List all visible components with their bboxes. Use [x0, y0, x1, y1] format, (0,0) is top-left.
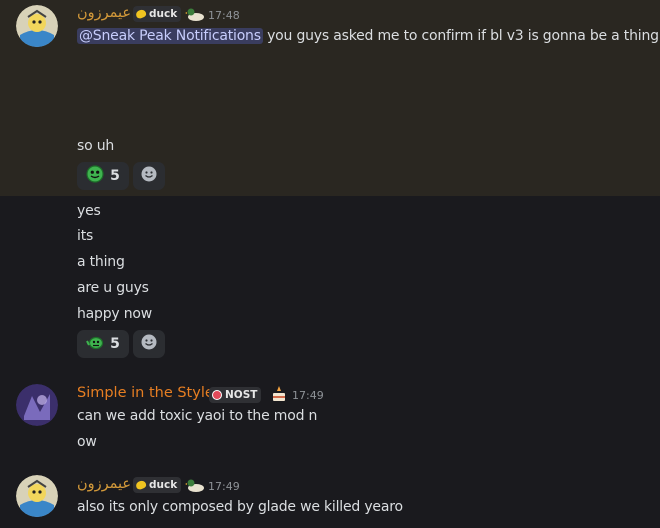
- message-text: ow: [77, 434, 97, 450]
- message-text: yes: [77, 203, 101, 219]
- message-text: can we add toxic yaoi to the mod n: [77, 408, 318, 424]
- smile-add-icon: [140, 333, 158, 355]
- smile-add-icon: [140, 165, 158, 187]
- role-tag[interactable]: duck: [133, 477, 182, 493]
- message-text: so uh: [77, 138, 115, 154]
- tag-label: NOST: [225, 389, 258, 401]
- add-reaction-button[interactable]: [133, 330, 165, 358]
- cake-icon: [270, 385, 288, 407]
- tag-icon: [134, 479, 148, 491]
- message-text: its: [77, 228, 94, 244]
- reaction-count: 5: [110, 168, 120, 184]
- reaction-button[interactable]: 5: [77, 330, 129, 358]
- duck-icon: [185, 6, 205, 26]
- tag-icon: [212, 390, 222, 400]
- timestamp: 17:48: [208, 9, 240, 22]
- green-smile-emoji-icon: [86, 165, 104, 187]
- author-name[interactable]: Simple in the Style: [77, 385, 214, 401]
- timestamp: 17:49: [292, 389, 324, 402]
- role-tag[interactable]: duck: [133, 6, 182, 22]
- avatar[interactable]: [16, 5, 58, 47]
- avatar[interactable]: [16, 384, 58, 426]
- message-content: you guys asked me to confirm if bl v3 is…: [262, 28, 659, 44]
- tag-label: duck: [149, 479, 178, 491]
- message-text: a thing: [77, 254, 125, 270]
- mention-link[interactable]: @Sneak Peak Notifications: [77, 28, 263, 44]
- message-text: happy now: [77, 306, 153, 322]
- tag-icon: [134, 8, 148, 20]
- reaction-count: 5: [110, 336, 120, 352]
- avatar[interactable]: [16, 475, 58, 517]
- timestamp: 17:49: [208, 480, 240, 493]
- green-grumpy-emoji-icon: [86, 333, 104, 355]
- author-name[interactable]: عيمرزون: [77, 5, 131, 21]
- duck-icon: [185, 477, 205, 497]
- message-text: also its only composed by glade we kille…: [77, 499, 403, 515]
- message-text: @Sneak Peak Notifications you guys asked…: [77, 28, 659, 44]
- tag-label: duck: [149, 8, 178, 20]
- role-tag[interactable]: NOST: [209, 387, 262, 403]
- author-name[interactable]: عيمرزون: [77, 476, 131, 492]
- reaction-button[interactable]: 5: [77, 162, 129, 190]
- add-reaction-button[interactable]: [133, 162, 165, 190]
- message-text: are u guys: [77, 280, 149, 296]
